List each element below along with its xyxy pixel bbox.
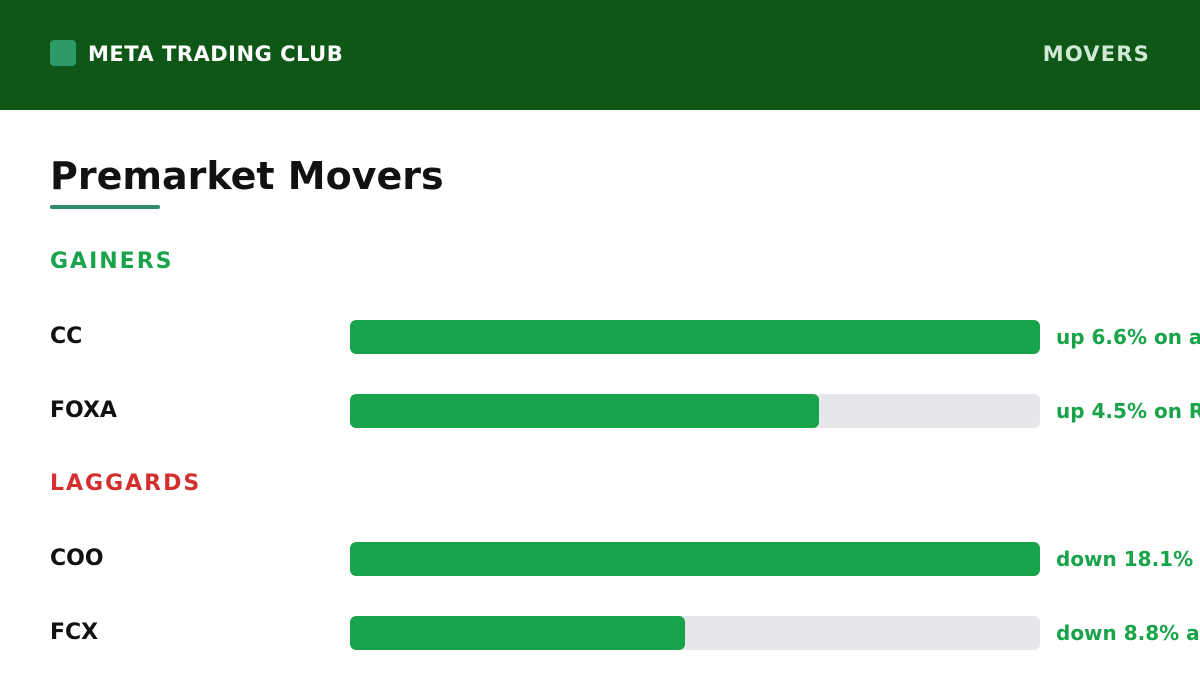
mover-row-coo: COO down 18.1% on bbox=[0, 542, 1200, 576]
square-logo-icon bbox=[50, 40, 76, 66]
move-note: down 8.8% as bbox=[1056, 621, 1200, 645]
title-underline bbox=[50, 205, 160, 209]
move-bar-track bbox=[350, 542, 1040, 576]
move-bar-track bbox=[350, 394, 1040, 428]
move-bar-fill bbox=[350, 320, 1040, 354]
top-bar: META TRADING CLUB MOVERS bbox=[0, 0, 1200, 110]
move-bar-fill bbox=[350, 616, 686, 650]
move-bar-fill bbox=[350, 394, 820, 428]
brand-name: META TRADING CLUB bbox=[88, 42, 344, 66]
ticker-label: CC bbox=[50, 324, 83, 349]
ticker-label: FCX bbox=[50, 620, 99, 645]
page-title: Premarket Movers bbox=[50, 154, 444, 198]
move-note-wrap: up 6.6% on a S bbox=[1056, 320, 1200, 354]
ticker-label: FOXA bbox=[50, 398, 117, 423]
move-bar-track bbox=[350, 616, 1040, 650]
move-note: up 6.6% on a S bbox=[1056, 325, 1200, 349]
move-note-wrap: down 8.8% as bbox=[1056, 616, 1200, 650]
move-note-wrap: down 18.1% on bbox=[1056, 542, 1200, 576]
nav-link-movers[interactable]: MOVERS bbox=[1043, 40, 1150, 68]
ticker-label: COO bbox=[50, 546, 104, 571]
move-note-wrap: up 4.5% on Ro bbox=[1056, 394, 1200, 428]
section-label-laggards: LAGGARDS bbox=[50, 471, 202, 496]
mover-row-cc: CC up 6.6% on a S bbox=[0, 320, 1200, 354]
move-bar-track bbox=[350, 320, 1040, 354]
mover-row-foxa: FOXA up 4.5% on Ro bbox=[0, 394, 1200, 428]
move-note: down 18.1% on bbox=[1056, 547, 1200, 571]
move-note: up 4.5% on Ro bbox=[1056, 399, 1200, 423]
mover-row-fcx: FCX down 8.8% as bbox=[0, 616, 1200, 650]
move-bar-fill bbox=[350, 542, 1040, 576]
section-label-gainers: GAINERS bbox=[50, 249, 174, 274]
